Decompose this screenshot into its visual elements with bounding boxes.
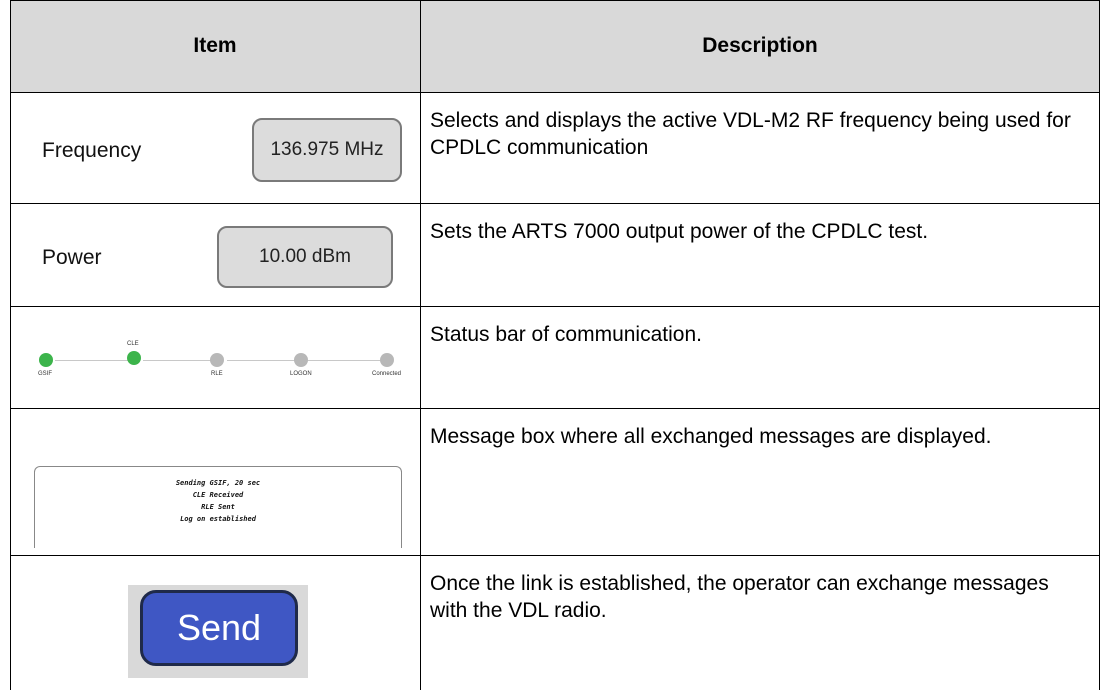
status-dot-cle [127, 351, 141, 365]
header-item: Item [193, 34, 237, 57]
row-divider [10, 203, 1100, 204]
status-dot-gsif [39, 353, 53, 367]
power-label: Power [42, 246, 102, 269]
status-dot-rle [210, 353, 224, 367]
status-label-cle: CLE [127, 341, 139, 347]
message-line: RLE Sent [201, 503, 235, 511]
table-border-left [10, 0, 11, 690]
status-label-logon: LOGON [290, 371, 312, 377]
status-dot-logon [294, 353, 308, 367]
status-connector [307, 360, 380, 361]
table-border-top [10, 0, 1100, 1]
status-description: Status bar of communication. [430, 323, 702, 346]
status-label-connected: Connected [372, 371, 402, 377]
status-connector [227, 360, 302, 361]
frequency-field[interactable]: 136.975 MHz [252, 118, 402, 182]
message-box[interactable]: Sending GSIF, 20 sec CLE Received RLE Se… [34, 466, 402, 548]
frequency-label: Frequency [42, 139, 142, 162]
status-connector [55, 360, 129, 361]
status-label-gsif: GSIF [38, 371, 53, 377]
power-field[interactable]: 10.00 dBm [217, 226, 393, 288]
row-divider [10, 408, 1100, 409]
power-description: Sets the ARTS 7000 output power of the C… [430, 220, 929, 243]
send-button[interactable]: Send [140, 590, 298, 666]
table-border-right [1099, 0, 1100, 690]
status-label-rle: RLE [211, 371, 223, 377]
status-connector [143, 360, 213, 361]
message-line: Sending GSIF, 20 sec [175, 479, 261, 487]
message-line: Log on established [180, 515, 256, 523]
status-dot-connected [380, 353, 394, 367]
row-divider [10, 306, 1100, 307]
frequency-description: Selects and displays the active VDL-M2 R… [430, 109, 1071, 159]
column-divider [420, 0, 421, 690]
messages-description: Message box where all exchanged messages… [430, 425, 992, 448]
message-line: CLE Received [192, 491, 244, 499]
row-divider [10, 555, 1100, 556]
item-description-table: Item Description Frequency 136.975 MHz S… [10, 0, 1100, 690]
send-description: Once the link is established, the operat… [430, 572, 1049, 622]
row-divider [10, 92, 1100, 93]
header-description: Description [702, 34, 818, 57]
